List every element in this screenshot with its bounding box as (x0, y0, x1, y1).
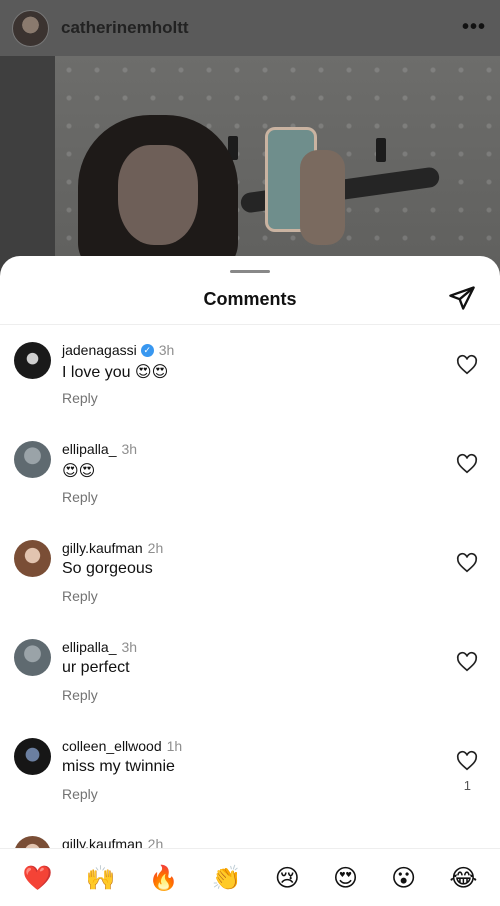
verified-badge-icon: ✓ (140, 343, 154, 357)
post-header: catherinemholtt ••• (0, 0, 500, 56)
comment-username[interactable]: colleen_ellwood (62, 738, 162, 754)
emoji-clapping-hands[interactable]: 👏 (212, 866, 242, 890)
comment-time: 3h (158, 342, 175, 358)
comment-text: I love you 😍😍 (62, 364, 169, 381)
comment-text: So gorgeous (62, 560, 153, 577)
comment-text: ur perfect (62, 659, 130, 676)
comment-time: 3h (121, 639, 138, 655)
reply-button[interactable]: Reply (62, 588, 98, 604)
face (118, 145, 198, 245)
comment-time: 3h (121, 441, 138, 457)
comment-meta: jadenagassi ✓ 3h (62, 342, 174, 358)
comment-meta: colleen_ellwood 1h (62, 738, 182, 754)
comment-item: ellipalla_ 3h ur perfect Reply (0, 639, 500, 729)
comment-meta: ellipalla_ 3h (62, 639, 137, 655)
emoji-tears-of-joy[interactable]: 😂 (449, 866, 477, 890)
reply-button[interactable]: Reply (62, 786, 98, 802)
like-count: 1 (463, 778, 471, 793)
emoji-crying-face[interactable]: 😢 (275, 866, 300, 890)
sheet-drag-handle[interactable] (230, 270, 270, 273)
emoji-reaction-bar: ❤️ 🙌 🔥 👏 😢 😍 😮 😂 (0, 848, 500, 906)
avatar[interactable] (14, 540, 51, 577)
comment-username[interactable]: ellipalla_ (62, 441, 116, 457)
comment-username[interactable]: jadenagassi (62, 342, 137, 358)
avatar[interactable] (14, 441, 51, 478)
comment-time: 1h (166, 738, 183, 754)
reply-button[interactable]: Reply (62, 489, 98, 505)
post-avatar[interactable] (12, 9, 49, 47)
heart-icon[interactable] (456, 750, 478, 772)
heart-icon[interactable] (456, 354, 478, 376)
heart-icon[interactable] (456, 651, 478, 673)
emoji-fire[interactable]: 🔥 (149, 866, 179, 890)
emoji-red-heart[interactable]: ❤️ (23, 866, 53, 890)
comment-meta: ellipalla_ 3h (62, 441, 137, 457)
comment-text: miss my twinnie (62, 758, 175, 775)
avatar[interactable] (14, 738, 51, 775)
send-icon[interactable] (448, 284, 476, 312)
comment-meta: gilly.kaufman 2h (62, 540, 163, 556)
comment-time: 2h (147, 540, 164, 556)
sheet-divider (0, 324, 500, 325)
heart-icon[interactable] (456, 552, 478, 574)
emoji-raising-hands[interactable]: 🙌 (86, 866, 116, 890)
hand (300, 150, 345, 245)
wall-hook (376, 138, 386, 162)
heart-icon[interactable] (456, 453, 478, 475)
comment-item: gilly.kaufman 2h So gorgeous Reply (0, 540, 500, 630)
comment-item: ellipalla_ 3h 😍😍 Reply (0, 441, 500, 531)
comment-item: colleen_ellwood 1h miss my twinnie Reply… (0, 738, 500, 828)
comment-username[interactable]: ellipalla_ (62, 639, 116, 655)
emoji-heart-eyes[interactable]: 😍 (333, 866, 358, 890)
avatar[interactable] (14, 639, 51, 676)
comment-text: 😍😍 (62, 463, 96, 480)
reply-button[interactable]: Reply (62, 390, 98, 406)
emoji-open-mouth[interactable]: 😮 (391, 866, 416, 890)
comment-username[interactable]: gilly.kaufman (62, 540, 143, 556)
comment-item: jadenagassi ✓ 3h I love you 😍😍 Reply (0, 342, 500, 432)
avatar[interactable] (14, 342, 51, 379)
post-username[interactable]: catherinemholtt (61, 18, 189, 38)
sheet-title: Comments (203, 289, 297, 309)
more-horizontal-icon[interactable]: ••• (462, 16, 486, 39)
reply-button[interactable]: Reply (62, 687, 98, 703)
